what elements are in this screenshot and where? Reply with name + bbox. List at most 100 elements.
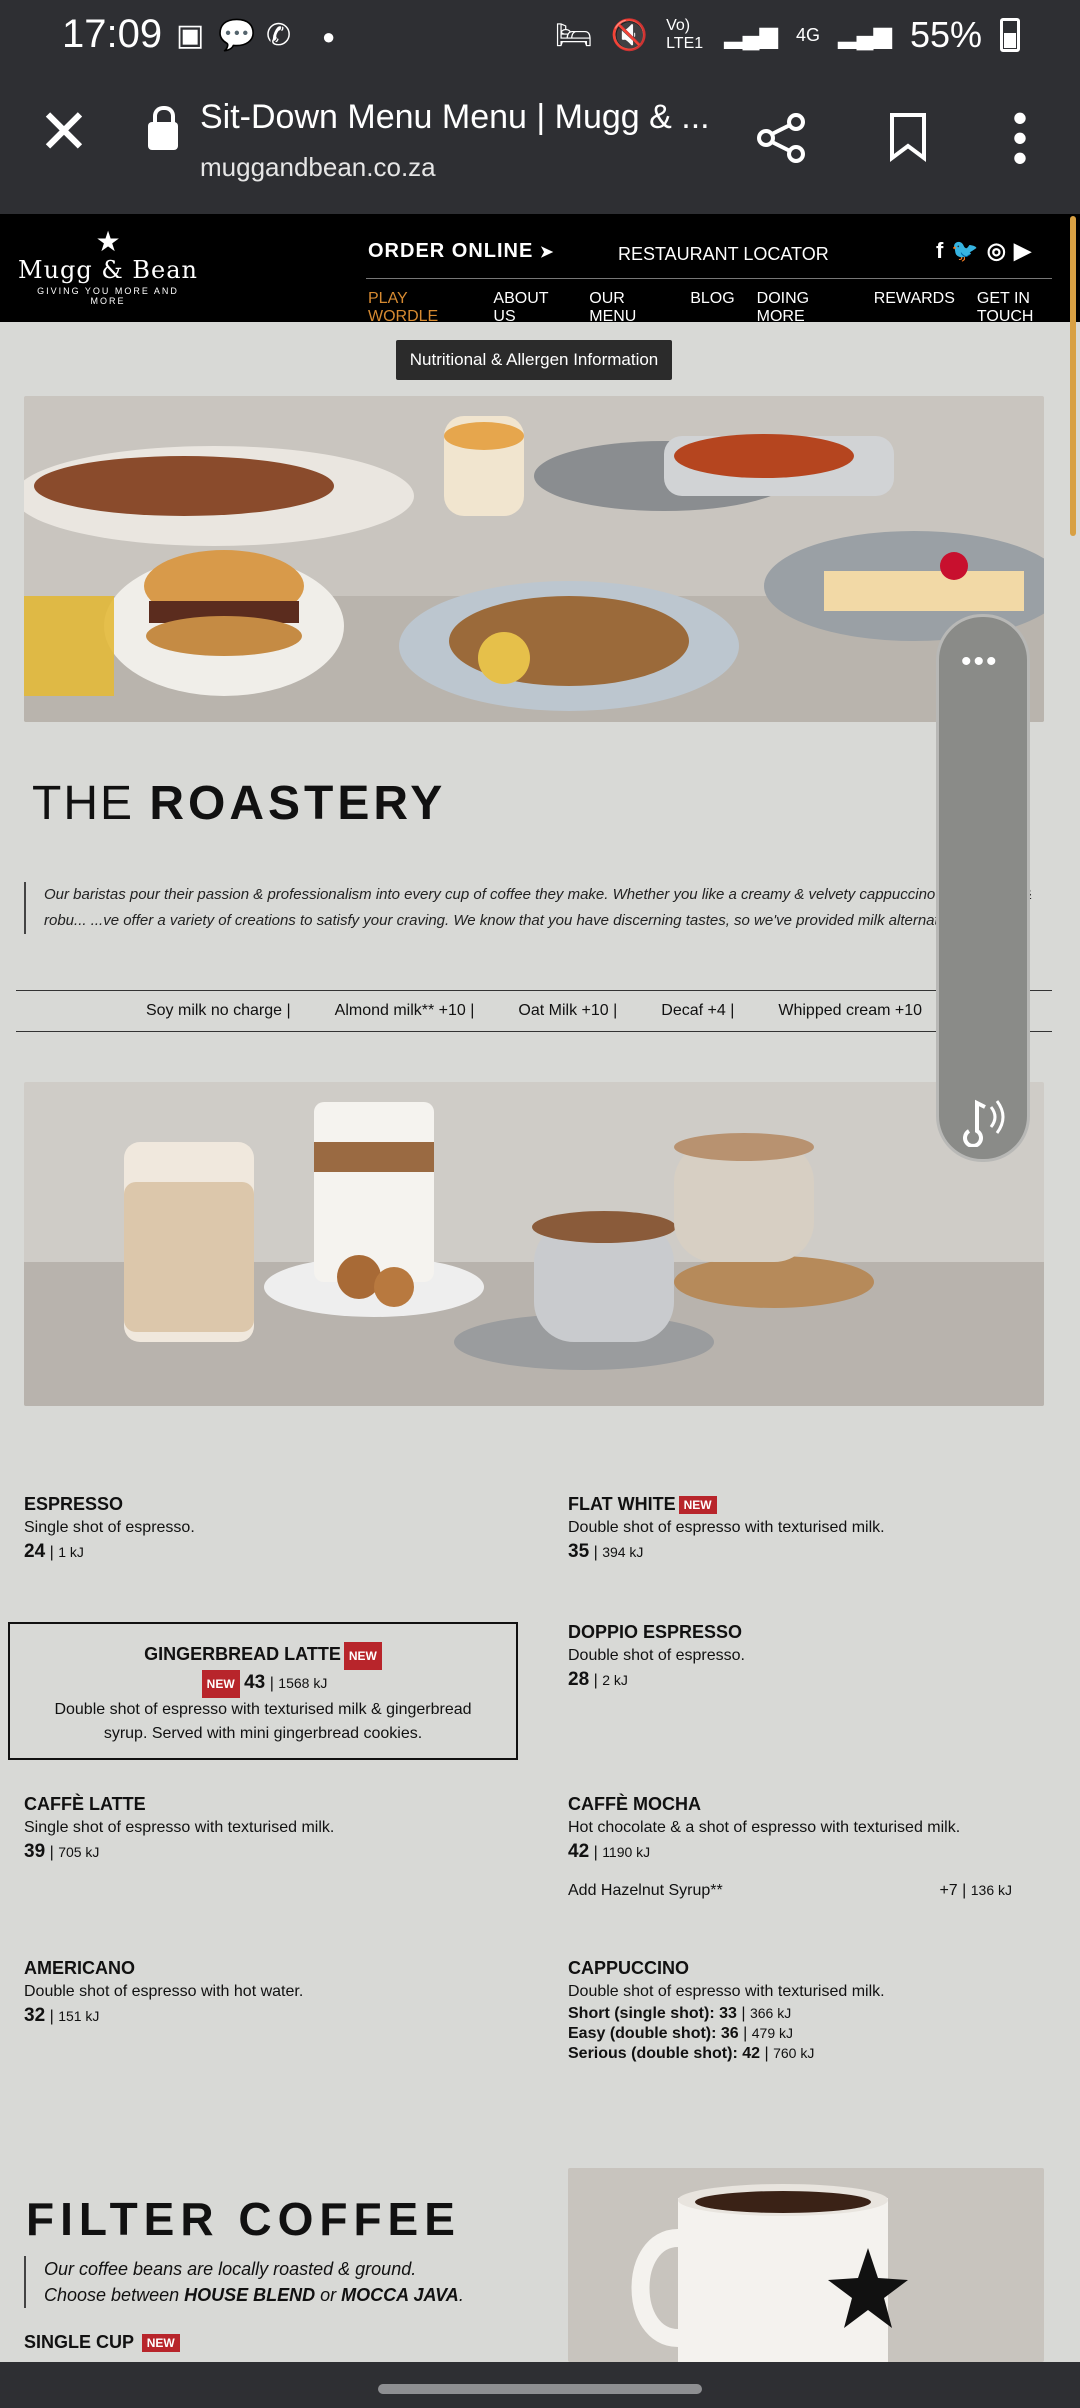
- item-description: Double shot of espresso with texturised …: [568, 1519, 885, 1536]
- star-icon: ★: [95, 226, 121, 257]
- messages-notification-icon: 💬: [218, 19, 256, 52]
- blend-mocca-java: MOCCA JAVA: [341, 2285, 459, 2305]
- roastery-heading: THE ROASTERY: [32, 776, 446, 831]
- logo-tagline: GIVING YOU MORE AND MORE: [37, 286, 179, 306]
- more-options-icon[interactable]: • • •: [1010, 97, 1030, 179]
- main-nav: PLAY WORDLE ABOUT US OUR MENU BLOG DOING…: [368, 290, 1080, 326]
- close-tab-icon[interactable]: ✕: [38, 102, 90, 164]
- item-kj: 1190 kJ: [602, 1844, 651, 1860]
- battery-percent: 55%: [909, 14, 982, 55]
- floating-side-panel[interactable]: •••: [936, 614, 1030, 1162]
- roastery-heading-bold: ROASTERY: [149, 777, 447, 830]
- mugg-bean-logo[interactable]: ★ Mugg & Bean GIVING YOU MORE AND MORE: [18, 226, 198, 307]
- menu-item-caffe-latte: CAFFÈ LATTE Single shot of espresso with…: [24, 1794, 524, 1863]
- size-kj: 479 kJ: [751, 2025, 793, 2041]
- youtube-icon[interactable]: ▶: [1014, 238, 1031, 264]
- roastery-intro: Our baristas pour their passion & profes…: [24, 882, 1044, 934]
- page-scrollbar[interactable]: [1070, 216, 1076, 536]
- site-header: ★ Mugg & Bean GIVING YOU MORE AND MORE O…: [0, 214, 1080, 325]
- browser-toolbar: ✕ Sit-Down Menu Menu | Mugg & ... muggan…: [0, 72, 1080, 214]
- nav-play-wordle[interactable]: PLAY WORDLE: [368, 290, 471, 326]
- bookmark-icon[interactable]: [888, 112, 928, 162]
- order-online-link[interactable]: ORDER ONLINE ➤: [368, 240, 554, 263]
- menu-item-americano: AMERICANO Double shot of espresso with h…: [24, 1958, 524, 2027]
- size-label: Easy (double shot):: [568, 2025, 717, 2042]
- allergen-info-button[interactable]: Nutritional & Allergen Information: [396, 340, 672, 380]
- size-label: Serious (double shot):: [568, 2045, 738, 2062]
- lock-icon[interactable]: [148, 106, 178, 150]
- cappuccino-size-easy: Easy (double shot): 36 | 479 kJ: [568, 2025, 793, 2042]
- item-kj: 2 kJ: [602, 1672, 628, 1688]
- food-platter-photo: [24, 396, 1044, 722]
- share-icon[interactable]: [756, 112, 808, 164]
- item-description-line-2: syrup. Served with mini gingerbread cook…: [103, 1725, 423, 1742]
- menu-item-flat-white: FLAT WHITE NEW Double shot of espresso wi…: [568, 1494, 1048, 1563]
- cappuccino-size-serious: Serious (double shot): 42 | 760 kJ: [568, 2045, 815, 2062]
- item-kj: 151 kJ: [58, 2008, 100, 2024]
- size-price: 42: [742, 2045, 761, 2062]
- item-name: CAFFÈ MOCHA: [568, 1794, 701, 1814]
- filter-intro-text: Choose between: [44, 2285, 185, 2305]
- sound-assistant-icon[interactable]: [955, 1087, 1015, 1147]
- system-navigation-bar: [0, 2362, 1080, 2408]
- filter-coffee-heading: FILTER COFFEE: [26, 2193, 461, 2245]
- cursor-icon: ➤: [539, 244, 555, 261]
- addon-price: +7: [939, 1882, 958, 1899]
- item-description: Single shot of espresso with texturised …: [24, 1819, 335, 1836]
- item-kj: 394 kJ: [602, 1544, 644, 1560]
- signal-icon: ▂▄▆: [724, 21, 778, 49]
- item-name: GINGERBREAD LATTE: [144, 1644, 341, 1665]
- facebook-icon[interactable]: f: [936, 238, 943, 264]
- item-name: CAFFÈ LATTE: [24, 1794, 146, 1814]
- whatsapp-notification-icon: ✆: [266, 19, 292, 52]
- item-name: AMERICANO: [24, 1958, 135, 1978]
- filter-coffee-intro: Our coffee beans are locally roasted & g…: [24, 2256, 464, 2308]
- addon-kj: 136 kJ: [970, 1882, 1012, 1898]
- nav-get-in-touch[interactable]: GET IN TOUCH: [977, 290, 1080, 326]
- nav-about-us[interactable]: ABOUT US: [493, 290, 567, 326]
- new-badge: NEW: [141, 2334, 180, 2353]
- item-kj: 1 kJ: [58, 1544, 84, 1560]
- nav-doing-more[interactable]: DOING MORE: [757, 290, 852, 326]
- instagram-icon[interactable]: ◎: [987, 238, 1006, 264]
- milk-option-soy: Soy milk no charge |: [145, 1002, 291, 1019]
- item-price: 42: [568, 1841, 590, 1862]
- nav-rewards[interactable]: REWARDS: [874, 290, 955, 326]
- item-kj: 1568 kJ: [278, 1675, 328, 1692]
- home-gesture-handle[interactable]: [378, 2384, 702, 2394]
- filter-intro-or: or: [315, 2285, 342, 2305]
- logo-name: Mugg & Bean: [18, 256, 198, 284]
- nav-our-menu[interactable]: OUR MENU: [589, 290, 668, 326]
- menu-item-gingerbread-latte: GINGERBREAD LATTE NEW NEW 43 | 1568 kJ Do…: [8, 1622, 518, 1760]
- item-description: Double shot of espresso with texturised …: [568, 1983, 885, 2000]
- page-title[interactable]: Sit-Down Menu Menu | Mugg & ...: [200, 98, 710, 137]
- filter-intro-end: .: [458, 2285, 464, 2305]
- item-price: 28: [568, 1669, 590, 1690]
- mute-icon: 🔇: [610, 18, 649, 52]
- size-kj: 760 kJ: [773, 2045, 815, 2061]
- roastery-heading-thin: THE: [32, 777, 134, 830]
- new-badge: NEW: [678, 1496, 717, 1515]
- single-cup-label: SINGLE CUP: [24, 2332, 134, 2352]
- header-divider: [366, 278, 1052, 279]
- battery-icon: [1000, 18, 1020, 52]
- item-price: 35: [568, 1541, 590, 1562]
- social-links: f 🐦 ◎ ▶: [936, 238, 1031, 264]
- filter-intro-line-1: Our coffee beans are locally roasted & g…: [44, 2259, 417, 2279]
- menu-item-caffe-mocha: CAFFÈ MOCHA Hot chocolate & a shot of es…: [568, 1794, 1048, 1863]
- twitter-icon[interactable]: 🐦: [951, 238, 978, 264]
- restaurant-locator-link[interactable]: RESTAURANT LOCATOR: [618, 244, 829, 265]
- item-description: Single shot of espresso.: [24, 1519, 195, 1536]
- item-name: FLAT WHITE: [568, 1494, 676, 1514]
- panel-more-icon[interactable]: •••: [961, 645, 999, 679]
- nav-blog[interactable]: BLOG: [690, 290, 734, 326]
- item-description-line-1: Double shot of espresso with texturised …: [54, 1701, 472, 1718]
- item-name: ESPRESSO: [24, 1494, 124, 1514]
- page-url[interactable]: muggandbean.co.za: [200, 152, 436, 183]
- milk-options-bar: Soy milk no charge | Almond milk** +10 |…: [16, 990, 1052, 1032]
- volte-label: Vo) LTE1: [666, 17, 704, 52]
- size-price: 33: [719, 2005, 737, 2022]
- size-label: Short (single shot):: [568, 2005, 715, 2022]
- item-name: CAPPUCCINO: [568, 1958, 690, 1978]
- gallery-notification-icon: ▣: [176, 19, 205, 52]
